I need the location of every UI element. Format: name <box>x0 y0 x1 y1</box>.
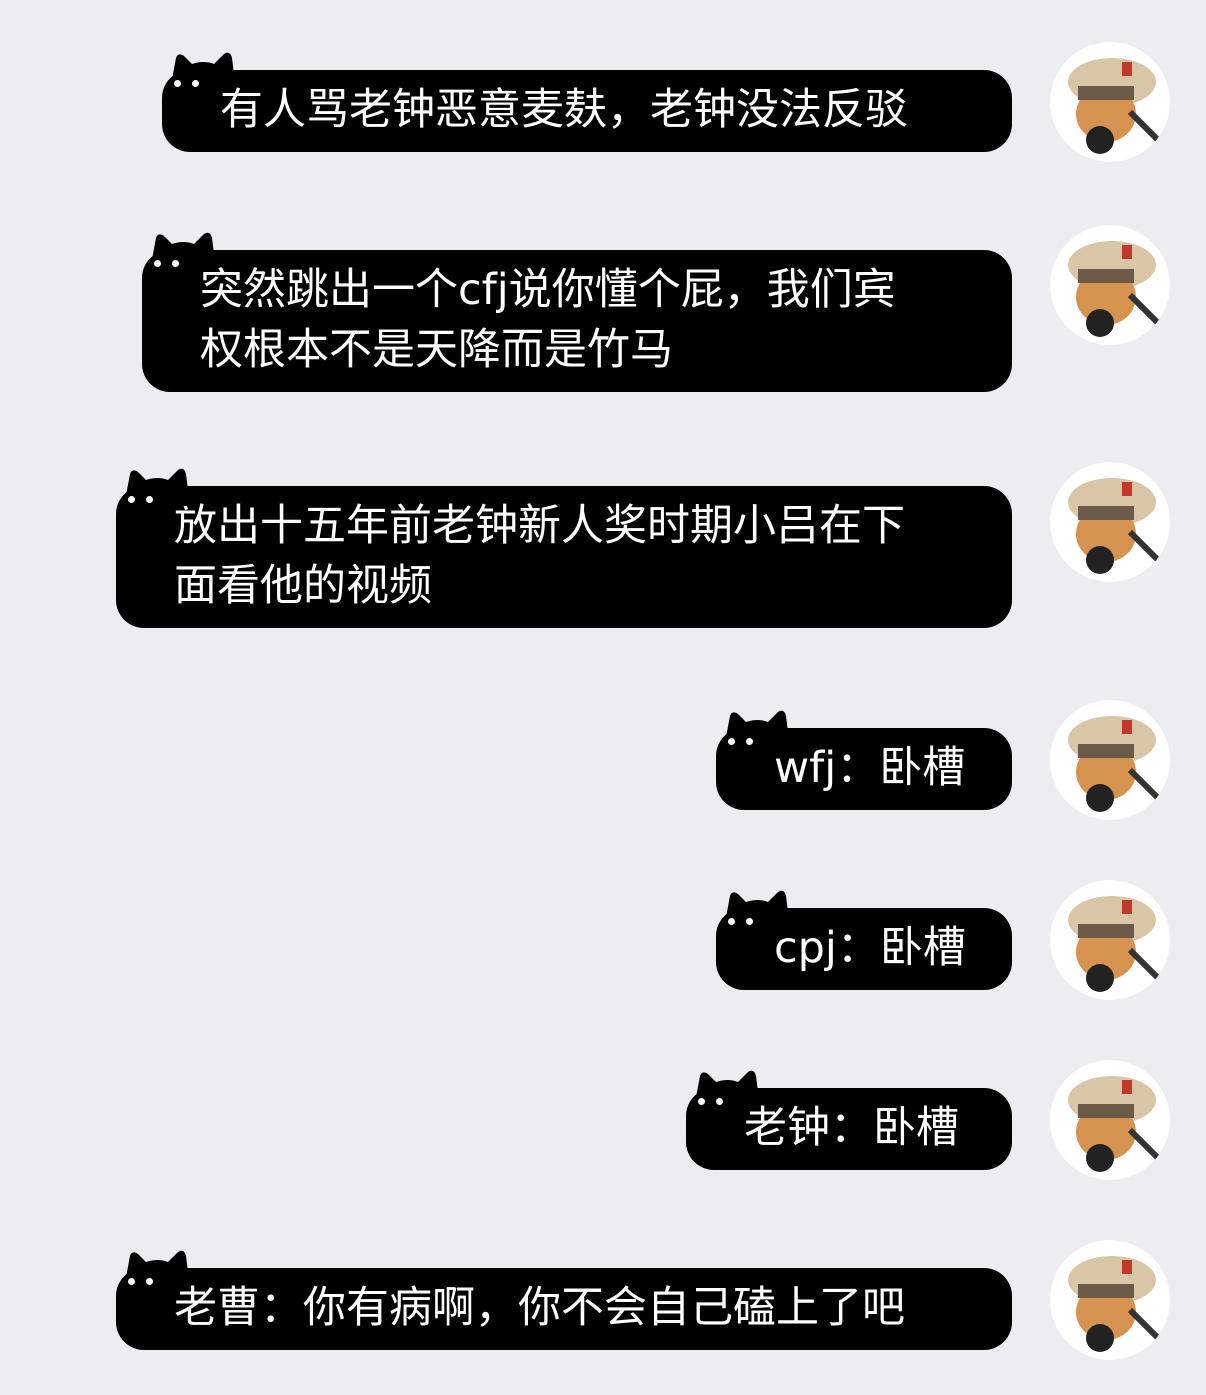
message-text: 突然跳出一个cfj说你懂个屁，我们宾 权根本不是天降而是竹马 <box>200 265 896 375</box>
cat-eyes-icon <box>154 260 184 270</box>
capybara-avatar-icon <box>1068 1256 1163 1352</box>
capybara-avatar-icon <box>1068 1076 1163 1172</box>
cat-eyes-icon <box>728 918 758 928</box>
message-text: wfj：卧槽 <box>774 743 966 793</box>
message-bubble[interactable]: 老钟：卧槽 <box>686 1070 1012 1170</box>
cat-eyes-icon <box>698 1098 728 1108</box>
cat-eyes-icon <box>128 496 158 506</box>
cat-eyes-icon <box>174 80 204 90</box>
user-avatar[interactable] <box>1050 700 1170 820</box>
user-avatar[interactable] <box>1050 880 1170 1000</box>
user-avatar[interactable] <box>1050 462 1170 582</box>
message-text: cpj：卧槽 <box>774 923 966 973</box>
cat-eyes-icon <box>128 1278 158 1288</box>
message-text: 老钟：卧槽 <box>744 1103 959 1153</box>
capybara-avatar-icon <box>1068 241 1163 337</box>
capybara-avatar-icon <box>1068 58 1163 154</box>
capybara-avatar-icon <box>1068 478 1163 574</box>
message-bubble[interactable]: cpj：卧槽 <box>716 890 1012 990</box>
message-bubble[interactable]: 老曹：你有病啊，你不会自己磕上了吧 <box>116 1250 1012 1350</box>
message-bubble[interactable]: 放出十五年前老钟新人奖时期小吕在下 面看他的视频 <box>116 468 1012 628</box>
cat-eyes-icon <box>728 738 758 748</box>
user-avatar[interactable] <box>1050 225 1170 345</box>
message-bubble[interactable]: 有人骂老钟恶意麦麸，老钟没法反驳 <box>162 52 1012 152</box>
message-text: 老曹：你有病啊，你不会自己磕上了吧 <box>174 1283 905 1333</box>
message-bubble[interactable]: 突然跳出一个cfj说你懂个屁，我们宾 权根本不是天降而是竹马 <box>142 232 1012 392</box>
message-text: 放出十五年前老钟新人奖时期小吕在下 面看他的视频 <box>174 501 905 611</box>
message-bubble[interactable]: wfj：卧槽 <box>716 710 1012 810</box>
user-avatar[interactable] <box>1050 1060 1170 1180</box>
message-text: 有人骂老钟恶意麦麸，老钟没法反驳 <box>220 85 908 135</box>
capybara-avatar-icon <box>1068 896 1163 992</box>
user-avatar[interactable] <box>1050 42 1170 162</box>
user-avatar[interactable] <box>1050 1240 1170 1360</box>
capybara-avatar-icon <box>1068 716 1163 812</box>
